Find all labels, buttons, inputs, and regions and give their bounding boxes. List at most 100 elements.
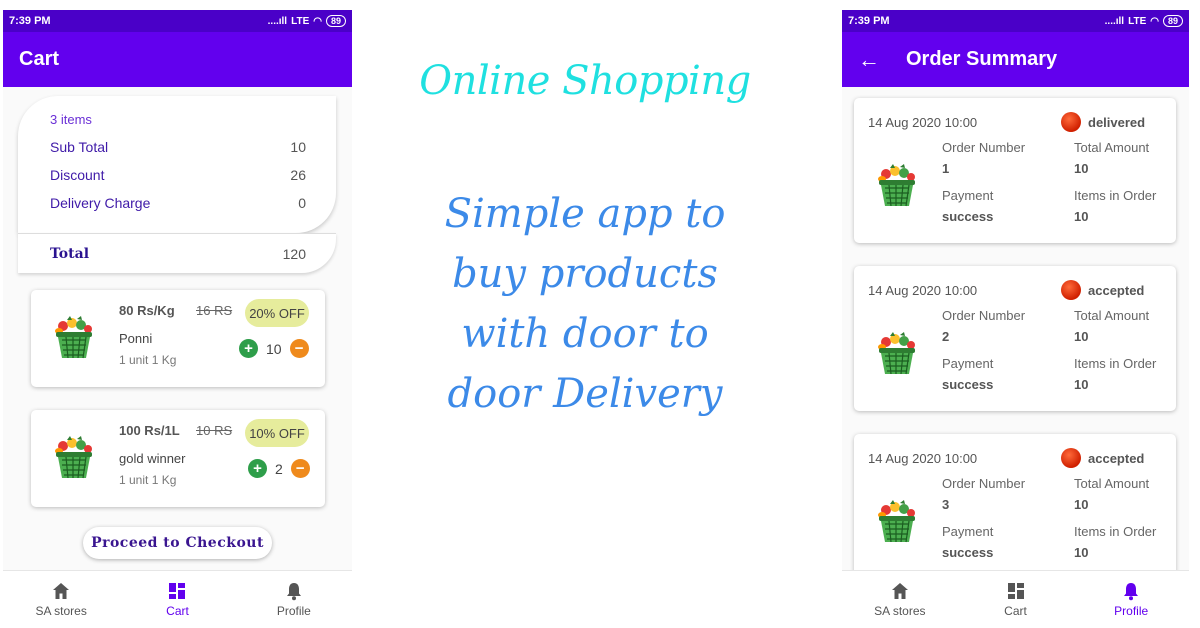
order-number-value: 3 [942, 497, 950, 512]
total-amount-value: 10 [1074, 161, 1089, 176]
proceed-to-checkout-button[interactable]: Proceed to Checkout [83, 527, 272, 559]
items-count: 3 items [50, 112, 92, 127]
vegetable-basket-icon [53, 436, 95, 480]
total-amount-label: Total Amount [1074, 140, 1150, 155]
arrow-left-icon[interactable]: ← [858, 47, 880, 73]
quantity-value: 2 [275, 460, 283, 477]
product-name: gold winner [119, 451, 186, 466]
payment-label: Payment [942, 188, 994, 203]
order-status: accepted [1061, 280, 1144, 300]
nav-label: SA stores [874, 604, 926, 618]
promo-tagline: Simple app to buy products with door to … [380, 184, 790, 424]
status-text: delivered [1088, 114, 1146, 130]
order-number-value: 2 [942, 329, 950, 344]
status-time: 7:39 PM [9, 15, 51, 27]
summary-label: Delivery Charge [50, 195, 151, 211]
plus-icon[interactable]: + [239, 339, 258, 358]
product-old-price: 10 RS [196, 423, 233, 438]
signal-icon: ....ıll [1104, 15, 1125, 27]
nav-label: Profile [276, 604, 311, 618]
status-text: accepted [1088, 282, 1145, 298]
nav-item-sa-stores[interactable]: SA stores [842, 571, 958, 628]
screenshot-canvas: 7:39 PM ....ıll LTE ◠ 89 Cart 3 items Su… [0, 0, 1200, 628]
tagline-line: Simple app to [444, 191, 726, 237]
wifi-icon: ◠ [1150, 15, 1159, 27]
order-card[interactable]: 14 Aug 2020 10:00 delivered Order Number 1 T… [854, 98, 1176, 243]
total-amount-label: Total Amount [1074, 308, 1150, 323]
nav-label: Cart [1004, 604, 1027, 618]
vegetable-basket-icon [876, 332, 918, 376]
product-unit: 1 unit 1 Kg [119, 473, 177, 487]
status-bar: 7:39 PM ....ıll LTE ◠ 89 [842, 10, 1189, 32]
quantity-stepper: + 10 − [239, 339, 309, 358]
nav-item-sa-stores[interactable]: SA stores [3, 571, 119, 628]
nav-item-profile[interactable]: Profile [1073, 571, 1189, 628]
product-old-price: 16 RS [196, 303, 233, 318]
product-unit: 1 unit 1 Kg [119, 353, 177, 367]
nav-item-cart[interactable]: Cart [119, 571, 235, 628]
order-status: accepted [1061, 448, 1144, 468]
product-price: 100 Rs/1L [119, 423, 180, 438]
network-label: LTE [291, 15, 310, 27]
cart-product-card[interactable]: 80 Rs/Kg 16 RS 20% OFF Ponni 1 unit 1 Kg… [31, 290, 325, 387]
nav-label: Profile [1114, 604, 1149, 618]
minus-icon[interactable]: − [290, 459, 310, 478]
product-name: Ponni [119, 331, 153, 346]
summary-row-discount: Discount 26 [50, 167, 306, 183]
summary-label: Discount [50, 167, 105, 183]
payment-value: success [942, 377, 994, 392]
bell-icon [284, 581, 304, 601]
items-in-order-value: 10 [1074, 377, 1089, 392]
nav-item-cart[interactable]: Cart [958, 571, 1074, 628]
vegetable-basket-icon [876, 164, 918, 208]
tagline-line: buy products [452, 251, 718, 297]
bell-icon [1121, 581, 1141, 601]
payment-value: success [942, 209, 994, 224]
tagline-line: door Delivery [447, 371, 723, 417]
order-card[interactable]: 14 Aug 2020 10:00 accepted Order Number 2 To… [854, 266, 1176, 411]
network-label: LTE [1128, 15, 1147, 27]
status-time: 7:39 PM [848, 15, 890, 27]
order-number-label: Order Number [942, 308, 1026, 323]
plus-icon[interactable]: + [248, 459, 267, 478]
signal-icon: ....ıll [267, 15, 288, 27]
grid-icon [167, 581, 187, 601]
payment-value: success [942, 545, 994, 560]
home-icon [51, 581, 71, 601]
summary-value: 0 [298, 195, 306, 211]
page-title: Cart [19, 48, 60, 70]
order-card[interactable]: 14 Aug 2020 10:00 accepted Order Number 3 To… [854, 434, 1176, 579]
nav-label: Cart [166, 604, 189, 618]
grid-icon [1006, 581, 1026, 601]
summary-label: Sub Total [50, 139, 109, 155]
home-icon [890, 581, 910, 601]
order-summary-screen: 7:39 PM ....ıll LTE ◠ 89 ← Order Summary… [842, 10, 1189, 628]
discount-badge: 10% OFF [245, 419, 309, 447]
vegetable-basket-icon [876, 500, 918, 544]
total-label: Total [50, 245, 90, 262]
summary-value: 26 [290, 167, 306, 183]
product-price: 80 Rs/Kg [119, 303, 175, 318]
app-bar: ← Order Summary [842, 32, 1189, 87]
minus-icon[interactable]: − [289, 339, 309, 358]
items-in-order-label: Items in Order [1074, 356, 1157, 371]
order-date: 14 Aug 2020 10:00 [868, 283, 978, 298]
status-text: accepted [1088, 450, 1145, 466]
payment-label: Payment [942, 524, 994, 539]
total-value: 120 [282, 245, 306, 262]
order-date: 14 Aug 2020 10:00 [868, 115, 978, 130]
summary-total-row: Total 120 [18, 233, 336, 273]
summary-value: 10 [290, 139, 306, 155]
total-amount-value: 10 [1074, 497, 1089, 512]
nav-item-profile[interactable]: Profile [236, 571, 352, 628]
total-amount-value: 10 [1074, 329, 1089, 344]
app-bar: Cart [3, 32, 352, 87]
items-in-order-value: 10 [1074, 545, 1089, 560]
items-in-order-label: Items in Order [1074, 188, 1157, 203]
status-dot-icon [1061, 448, 1081, 468]
cart-summary-card: 3 items Sub Total 10 Discount 26 Deliver… [18, 96, 336, 273]
wifi-icon: ◠ [313, 15, 322, 27]
quantity-value: 10 [266, 340, 282, 357]
summary-row-delivery: Delivery Charge 0 [50, 195, 306, 211]
cart-product-card[interactable]: 100 Rs/1L 10 RS 10% OFF gold winner 1 un… [31, 410, 325, 507]
